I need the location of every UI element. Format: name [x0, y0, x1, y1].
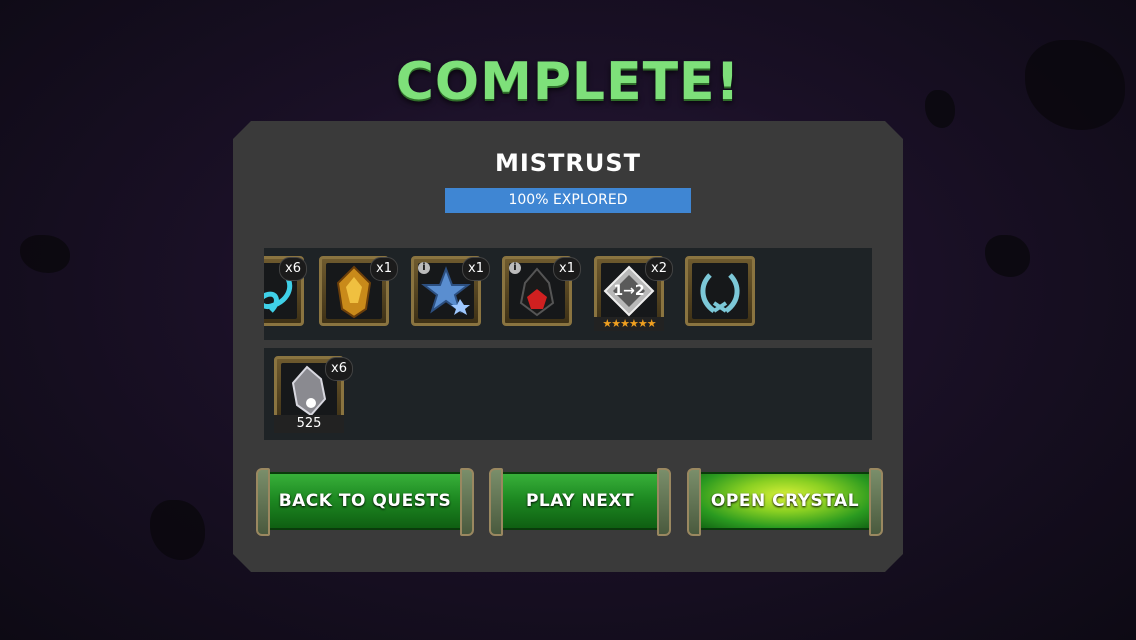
reward-item[interactable]: x6 525	[274, 356, 344, 426]
back-to-quests-button[interactable]: BACK TO QUESTS	[262, 472, 468, 530]
reward-slot	[692, 263, 748, 319]
play-next-button[interactable]: PLAY NEXT	[495, 472, 665, 530]
button-cap	[460, 468, 474, 536]
quest-name: MISTRUST	[494, 149, 642, 177]
rank-up-label: 1→2	[613, 283, 645, 299]
quantity-badge: x2	[645, 257, 673, 281]
star-rating: ★★★★★★	[594, 317, 664, 331]
reward-item[interactable]: x6	[264, 256, 304, 326]
reward-item[interactable]	[685, 256, 755, 326]
reward-item[interactable]: x1	[319, 256, 389, 326]
quantity-badge: x1	[370, 257, 398, 281]
button-cap	[869, 468, 883, 536]
asteroid	[985, 235, 1030, 277]
quest-complete-panel: MISTRUST 100% EXPLORED x6 x1 i x1 i x1 1…	[233, 121, 903, 572]
back-to-quests-label: BACK TO QUESTS	[278, 491, 452, 511]
button-cap	[256, 468, 270, 536]
quantity-badge: x1	[462, 257, 490, 281]
asteroid	[150, 500, 205, 560]
quantity-badge: x6	[325, 357, 353, 381]
play-next-label: PLAY NEXT	[525, 491, 635, 511]
shard-count: 525	[274, 415, 344, 433]
quantity-badge: x1	[553, 257, 581, 281]
quantity-badge: x6	[279, 257, 307, 281]
button-cap	[489, 468, 503, 536]
exploration-progress-bar: 100% EXPLORED	[445, 188, 691, 213]
open-crystal-label: OPEN CRYSTAL	[710, 491, 860, 511]
info-icon[interactable]: i	[418, 262, 430, 274]
complete-title: COMPLETE!	[395, 52, 741, 112]
progress-label: 100% EXPLORED	[508, 192, 628, 208]
laurel-wreath-icon	[692, 263, 748, 319]
reward-item[interactable]: i x1	[502, 256, 572, 326]
info-icon[interactable]: i	[509, 262, 521, 274]
rewards-row[interactable]: x6 525	[264, 348, 872, 440]
button-cap	[687, 468, 701, 536]
button-cap	[657, 468, 671, 536]
reward-item[interactable]: i x1	[411, 256, 481, 326]
rewards-row[interactable]: x6 x1 i x1 i x1 1→2 x2 ★★★★★★	[264, 248, 872, 340]
reward-item[interactable]: 1→2 x2 ★★★★★★	[594, 256, 664, 326]
open-crystal-button[interactable]: OPEN CRYSTAL	[693, 472, 877, 530]
asteroid	[20, 235, 70, 273]
